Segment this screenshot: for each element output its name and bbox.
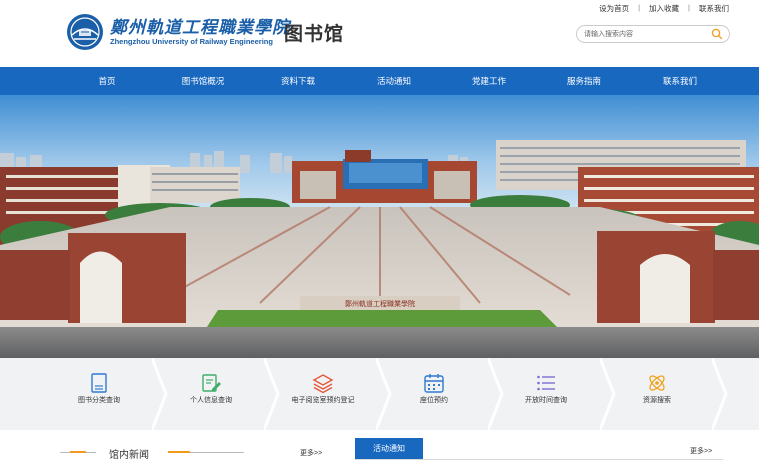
add-favorite-link[interactable]: 加入收藏 [649, 3, 679, 14]
tab-activity-notices[interactable]: 活动通知 [355, 438, 423, 459]
tab-divider [355, 459, 723, 460]
nav-service-guide[interactable]: 服务指南 [567, 67, 601, 95]
quick-link-label: 电子阅览室预约登记 [291, 397, 355, 404]
search-input[interactable] [584, 28, 704, 40]
library-title: 图书馆 [284, 24, 345, 45]
quick-link-label: 开放时间查询 [525, 397, 567, 404]
layers-icon [312, 374, 334, 394]
quick-link-resource-search[interactable]: 资源搜索 [597, 358, 717, 430]
quick-link-book-catalog[interactable]: 图书分类查询 [39, 358, 159, 430]
nav-downloads[interactable]: 资料下载 [281, 67, 315, 95]
school-logo-icon[interactable] [66, 13, 104, 51]
search-box [576, 25, 730, 43]
news-more-link[interactable]: 更多>> [300, 448, 322, 458]
site-header: 鄭州軌道工程職業學院 Zhengzhou University of Railw… [0, 0, 759, 67]
quick-link-label: 资源搜索 [643, 397, 671, 404]
quick-link-label: 座位预约 [420, 397, 448, 404]
calendar-icon [424, 374, 444, 393]
quick-link-label: 个人信息查询 [190, 397, 232, 404]
list-icon [537, 375, 555, 391]
separator: | [638, 3, 641, 12]
quick-link-seat-reservation[interactable]: 座位预约 [374, 358, 494, 430]
contact-us-link[interactable]: 联系我们 [699, 3, 729, 14]
library-news-title: 馆内新闻 [109, 450, 149, 461]
edit-icon [202, 374, 221, 392]
school-name-en: Zhengzhou University of Railway Engineer… [110, 37, 273, 46]
title-decoration-line [190, 452, 244, 453]
nav-activity-notices[interactable]: 活动通知 [377, 67, 411, 95]
quick-link-label: 图书分类查询 [78, 397, 120, 404]
nav-contact-us[interactable]: 联系我们 [663, 67, 697, 95]
school-name-cn[interactable]: 鄭州軌道工程職業學院 [110, 13, 290, 38]
gate-sign-text: 鄭州軌道工程職業學院 [345, 299, 415, 308]
set-homepage-link[interactable]: 设为首页 [599, 3, 629, 14]
campus-photo: 鄭州軌道工程職業學院 [0, 95, 759, 358]
atom-icon [649, 375, 665, 391]
quick-link-e-reading-room[interactable]: 电子阅览室预约登记 [263, 358, 383, 430]
top-links: 设为首页 | 加入收藏 | 联系我们 [599, 3, 729, 14]
title-decoration-accent [70, 451, 86, 453]
quick-link-personal-info[interactable]: 个人信息查询 [151, 358, 271, 430]
campus-banner[interactable]: 鄭州軌道工程職業學院 [0, 95, 759, 358]
document-icon [91, 373, 107, 393]
search-icon[interactable] [711, 28, 723, 40]
news-section: 馆内新闻 更多>> 活动通知 更多>> [0, 430, 759, 473]
nav-home[interactable]: 首页 [98, 67, 115, 95]
nav-party-work[interactable]: 党建工作 [472, 67, 506, 95]
separator: | [688, 3, 690, 12]
quick-link-opening-hours[interactable]: 开放时间查询 [486, 358, 606, 430]
title-decoration-accent [168, 451, 190, 453]
main-nav: 首页 图书馆概况 资料下载 活动通知 党建工作 服务指南 联系我们 [0, 67, 759, 95]
quick-links-bar: 图书分类查询 个人信息查询 电子阅览室预约登记 座位预约 开放时间查询 资源搜索 [0, 358, 759, 430]
notices-more-link[interactable]: 更多>> [690, 446, 712, 456]
nav-library-overview[interactable]: 图书馆概况 [182, 67, 225, 95]
